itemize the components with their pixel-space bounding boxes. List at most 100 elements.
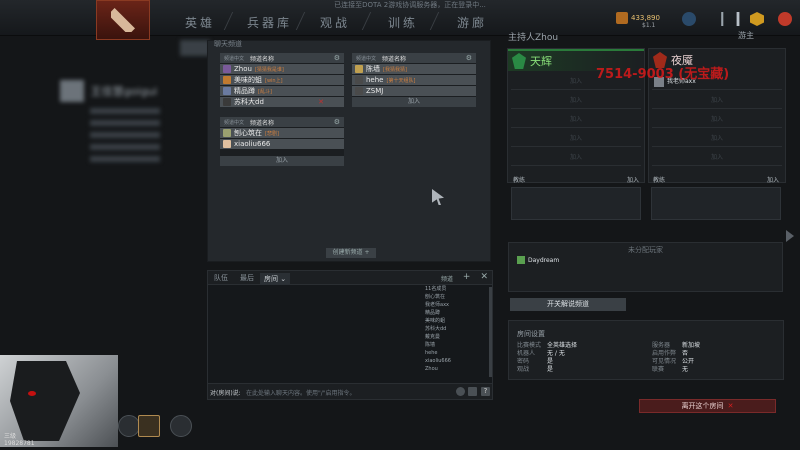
settings-icon[interactable]	[736, 12, 740, 26]
lobby-host-label: 游主	[738, 31, 754, 40]
list-item[interactable]: 戴克曼	[425, 333, 490, 341]
portrait-sub: 19828781	[4, 440, 35, 447]
coach-slot[interactable]	[511, 187, 641, 220]
inventory-icon[interactable]	[721, 12, 724, 26]
power-icon[interactable]	[778, 12, 792, 26]
create-channel-button[interactable]: 创建新频道 +	[326, 248, 376, 258]
unassigned-title: 未分配玩家	[628, 246, 663, 254]
emoji-icon[interactable]	[456, 387, 465, 396]
list-item[interactable]: ZSMJ	[352, 86, 476, 96]
nav-arcade[interactable]: 游廊	[457, 14, 487, 31]
channel-header: 频道中文 频道名称 ⚙	[220, 117, 344, 127]
dire-coach: 教练 加入	[651, 175, 781, 220]
tab-team[interactable]: 队伍	[214, 273, 228, 283]
member-status: [悲剧]	[265, 130, 279, 137]
list-item[interactable]: 精品蹲	[425, 309, 490, 317]
radiant-slot[interactable]: 加入	[511, 93, 641, 109]
arrow-right-icon[interactable]	[786, 230, 794, 242]
coach-join-button[interactable]: 加入	[767, 175, 779, 184]
channel-name: 频道名称	[382, 55, 407, 63]
avatar	[517, 256, 525, 264]
list-item[interactable]: 陈墙	[425, 341, 490, 349]
lobby-button[interactable]	[170, 415, 192, 437]
close-icon[interactable]: ✕	[318, 98, 324, 106]
list-item[interactable]: 美味的蛆	[425, 317, 490, 325]
close-icon[interactable]: ✕	[480, 272, 488, 282]
channel-name: 频道名称	[250, 119, 275, 127]
nav-divider	[361, 12, 372, 30]
list-item[interactable]: xiaoliu666	[425, 357, 490, 365]
list-item[interactable]: xiaoliu666	[220, 139, 344, 149]
tab-room[interactable]: 房间 ⌄	[260, 273, 291, 285]
list-item[interactable]: Daydream	[517, 256, 559, 264]
member-status: [第十天组队]	[386, 77, 416, 84]
radiant-slot[interactable]: 加入	[511, 112, 641, 128]
channel-dropdown[interactable]: 频道	[441, 274, 453, 283]
profile-line	[90, 156, 160, 162]
dota-logo-icon	[111, 8, 135, 32]
list-item[interactable]: 我老师axx	[425, 301, 490, 309]
member-name: 刨心筑在	[234, 129, 262, 137]
radiant-slot[interactable]: 加入	[511, 131, 641, 147]
radiant-slot[interactable]: 加入	[511, 150, 641, 166]
list-item[interactable]: 刨心筑在 [悲剧]	[220, 128, 344, 138]
setting-key: 观战	[517, 366, 530, 373]
member-status: [乱斗]	[258, 88, 272, 95]
list-item[interactable]: 刨心筑在	[425, 293, 490, 301]
member-status: [我猜我猜]	[383, 66, 407, 73]
list-item[interactable]: 苏科大dd	[425, 325, 490, 333]
channel-spacer	[220, 149, 344, 155]
setting-key: 联赛	[652, 366, 665, 373]
rank-button[interactable]	[138, 415, 160, 437]
hero-portrait[interactable]: 三级 19828781	[0, 355, 118, 447]
join-button[interactable]: 加入	[352, 97, 476, 107]
list-item[interactable]: hehe [第十天组队]	[352, 75, 476, 85]
dire-slot[interactable]: 加入	[652, 150, 782, 166]
gold-display[interactable]: 433,890 $1.1	[616, 12, 660, 29]
radiant-name: 天辉	[530, 55, 552, 68]
scrollbar[interactable]	[489, 287, 492, 377]
party-button[interactable]	[118, 415, 140, 437]
dota-logo[interactable]	[96, 0, 150, 40]
chat-input[interactable]: 对(房间)说: 在此处输入聊天内容。使用"/"启用指令。 ?	[208, 383, 492, 399]
nav-armory[interactable]: 兵器库	[247, 14, 292, 31]
battle-pass-icon[interactable]	[750, 12, 764, 26]
list-item[interactable]: Zhou	[425, 365, 490, 373]
friends-icon[interactable]	[682, 12, 696, 26]
add-icon[interactable]: +	[463, 272, 471, 282]
tab-last[interactable]: 最后	[240, 273, 254, 283]
avatar	[223, 76, 231, 84]
list-item[interactable]: 美味的蛆 [win上]	[220, 75, 344, 85]
settings-title: 房间设置	[517, 330, 545, 338]
chat-tabs: 队伍 最后 房间 ⌄ 频道 + ✕	[208, 271, 492, 285]
channel-tag: 频道中文	[224, 55, 245, 62]
leave-lobby-button[interactable]: 离开这个房间 ✕	[639, 399, 776, 413]
list-item[interactable]: 苏科大dd ✕	[220, 97, 344, 107]
channel-box: 频道中文 频道名称 ⚙ Zhou [猜猜我是谁] 美味的蛆 [win上] 精品蹲 [乱…	[220, 53, 344, 107]
list-item[interactable]: 精品蹲 [乱斗]	[220, 86, 344, 96]
profile-line	[90, 120, 160, 126]
join-button[interactable]: 加入	[220, 156, 344, 166]
dire-slot[interactable]: 加入	[652, 131, 782, 147]
gear-icon[interactable]: ⚙	[334, 118, 340, 126]
channel-tag: 频道中文	[224, 119, 245, 126]
toggle-caster-channel-button[interactable]: 开关解说频道	[510, 298, 626, 311]
nav-watch[interactable]: 观战	[320, 14, 350, 31]
nav-learn[interactable]: 训练	[388, 14, 418, 31]
coach-join-button[interactable]: 加入	[627, 175, 639, 184]
profile-name: 王佳慧goigui	[90, 85, 158, 98]
wheel-icon[interactable]	[468, 387, 477, 396]
watermark-overlay: 7514-9003 (无宝藏)	[596, 67, 730, 82]
dire-slot[interactable]: 加入	[652, 93, 782, 109]
coach-slot[interactable]	[651, 187, 781, 220]
list-item[interactable]: 陈墙 [我猜我猜]	[352, 64, 476, 74]
list-item[interactable]: Zhou [猜猜我是谁]	[220, 64, 344, 74]
nav-heroes[interactable]: 英雄	[185, 14, 215, 31]
help-icon[interactable]: ?	[481, 387, 490, 396]
avatar	[355, 87, 363, 95]
gear-icon[interactable]: ⚙	[466, 54, 472, 62]
top-bar: 英雄 兵器库 观战 训练 游廊 已连接至DOTA 2游戏协调服务器，正在登录中.…	[0, 0, 800, 40]
gear-icon[interactable]: ⚙	[334, 54, 340, 62]
list-item[interactable]: hehe	[425, 349, 490, 357]
dire-slot[interactable]: 加入	[652, 112, 782, 128]
